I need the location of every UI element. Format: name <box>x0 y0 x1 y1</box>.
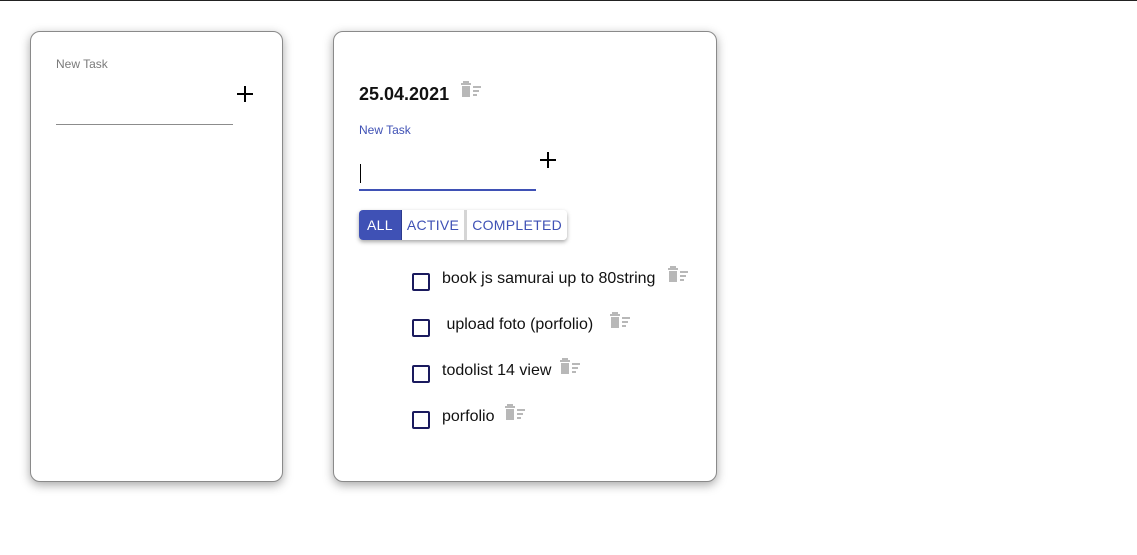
task-title[interactable]: todolist 14 view <box>442 362 551 380</box>
filter-all-button[interactable]: ALL <box>359 210 402 240</box>
new-task-label: New Task <box>56 57 108 71</box>
trash-icon[interactable] <box>610 311 632 329</box>
todolist-card: 25.04.2021 New Task ALL ACTIVE COMPLETED… <box>333 31 717 482</box>
filter-button-group: ALL ACTIVE COMPLETED <box>359 210 568 240</box>
top-border <box>0 0 1137 1</box>
todolist-title[interactable]: 25.04.2021 <box>359 84 449 105</box>
new-task-label: New Task <box>359 123 411 137</box>
plus-icon[interactable] <box>235 84 255 104</box>
new-task-input[interactable] <box>359 159 536 189</box>
trash-icon[interactable] <box>668 265 690 283</box>
plus-icon[interactable] <box>538 150 558 170</box>
trash-icon[interactable] <box>461 80 483 98</box>
filter-active-button[interactable]: ACTIVE <box>401 210 468 240</box>
new-task-field-container <box>56 94 233 125</box>
text-caret <box>360 164 361 183</box>
task-checkbox[interactable] <box>412 319 430 337</box>
task-title[interactable]: upload foto (porfolio) <box>442 316 593 334</box>
trash-icon[interactable] <box>505 403 527 421</box>
task-title[interactable]: porfolio <box>442 408 494 426</box>
new-todolist-card: New Task <box>30 31 283 482</box>
task-title[interactable]: book js samurai up to 80string <box>442 270 655 288</box>
filter-completed-button[interactable]: COMPLETED <box>467 210 568 240</box>
task-checkbox[interactable] <box>412 365 430 383</box>
task-checkbox[interactable] <box>412 273 430 291</box>
trash-icon[interactable] <box>560 357 582 375</box>
new-task-input[interactable] <box>56 94 233 124</box>
new-task-field-container <box>359 159 536 191</box>
task-checkbox[interactable] <box>412 411 430 429</box>
